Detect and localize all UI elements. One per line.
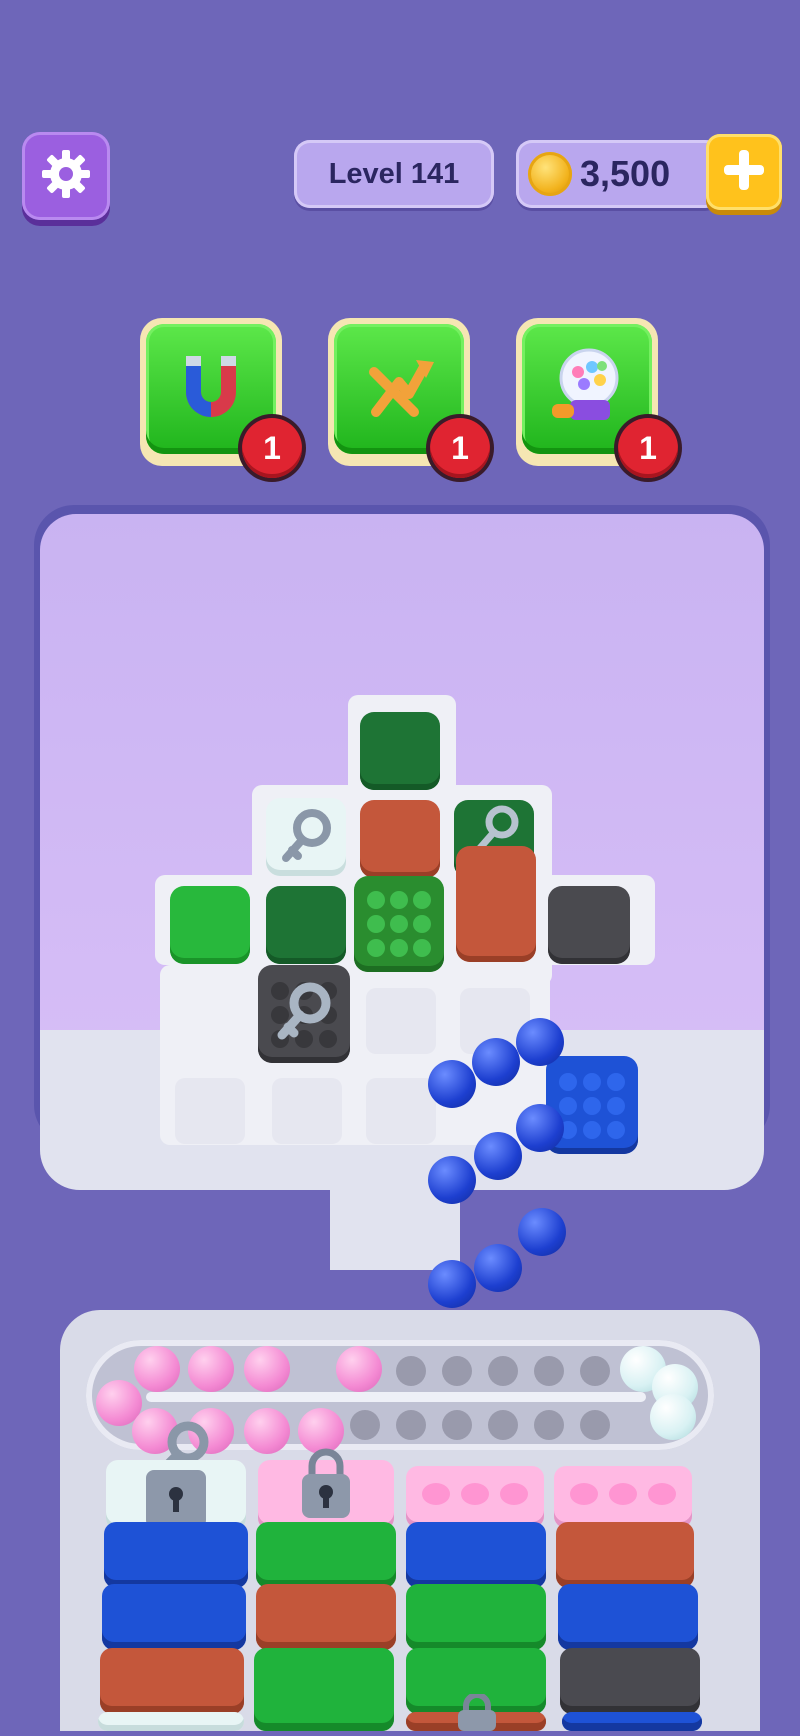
blue-ball <box>516 1018 564 1066</box>
level-indicator: Level 141 <box>294 140 494 208</box>
conveyor-slot <box>534 1356 564 1386</box>
column-4-block-blue[interactable] <box>558 1584 698 1650</box>
padlock-icon <box>452 1692 502 1731</box>
booster-magnet[interactable]: 1 <box>140 318 302 478</box>
tile-light-green[interactable] <box>170 886 250 964</box>
column-4-top[interactable] <box>554 1466 692 1528</box>
conveyor-slot <box>442 1356 472 1386</box>
booster-count-badge: 1 <box>618 418 678 478</box>
tile-gray[interactable] <box>548 886 630 964</box>
column-2-block-green[interactable] <box>254 1648 394 1731</box>
plus-icon <box>720 146 768 199</box>
coin-amount: 3,500 <box>580 153 671 194</box>
conveyor-slot <box>488 1410 518 1440</box>
blue-ball <box>474 1132 522 1180</box>
coin-icon <box>528 152 572 196</box>
column-1-block-brown[interactable] <box>100 1648 244 1714</box>
column-1-block-blue[interactable] <box>102 1584 246 1650</box>
tile-brown-stack[interactable] <box>456 846 536 962</box>
level-label: Level 141 <box>328 157 460 190</box>
blue-ball <box>428 1260 476 1308</box>
gear-icon <box>38 146 94 207</box>
empty-slot <box>366 988 436 1054</box>
column-3-block-blue[interactable] <box>406 1522 546 1588</box>
key-icon <box>266 809 346 880</box>
white-ball <box>650 1394 696 1440</box>
column-1-block-white[interactable] <box>98 1712 244 1731</box>
tile-gray-key[interactable] <box>258 965 350 1063</box>
coin-counter: 3,500 <box>516 140 721 208</box>
conveyor-slot <box>396 1410 426 1440</box>
column-1-block-blue[interactable] <box>104 1522 248 1588</box>
conveyor-slot <box>396 1356 426 1386</box>
pink-ball <box>134 1346 180 1392</box>
empty-slot <box>272 1078 342 1144</box>
pink-ball <box>188 1346 234 1392</box>
pink-ball <box>244 1346 290 1392</box>
tile-key[interactable] <box>266 798 346 876</box>
padlock-icon <box>146 1470 206 1528</box>
tile-dark-green[interactable] <box>360 712 440 790</box>
booster-count-badge: 1 <box>242 418 302 478</box>
blue-ball <box>518 1208 566 1256</box>
empty-slot <box>366 1078 436 1144</box>
key-icon <box>258 965 350 1068</box>
blue-ball <box>474 1244 522 1292</box>
column-2-block-brown[interactable] <box>256 1584 396 1650</box>
column-3-block-green[interactable] <box>406 1584 546 1650</box>
blue-ball <box>428 1156 476 1204</box>
column-4-block-gray[interactable] <box>560 1648 700 1714</box>
column-3-top[interactable] <box>406 1466 544 1528</box>
tile-brown[interactable] <box>360 800 440 878</box>
conveyor-slot <box>534 1410 564 1440</box>
booster-gumball[interactable]: 1 <box>516 318 678 478</box>
empty-slot <box>175 1078 245 1144</box>
shuffle-arrows-icon <box>354 342 444 437</box>
add-coins-button[interactable] <box>706 134 782 210</box>
pink-ball <box>244 1408 290 1454</box>
blue-ball <box>428 1060 476 1108</box>
blue-ball <box>472 1038 520 1086</box>
tile-dark-green[interactable] <box>266 886 346 964</box>
conveyor-slot <box>350 1410 380 1440</box>
settings-button[interactable] <box>22 132 110 220</box>
column-2-block-green[interactable] <box>256 1522 396 1588</box>
column-4-block-brown[interactable] <box>556 1522 694 1588</box>
conveyor-slot <box>488 1356 518 1386</box>
pink-ball <box>336 1346 382 1392</box>
gumball-machine-icon <box>542 342 632 437</box>
conveyor-slot <box>442 1410 472 1440</box>
conveyor-divider <box>146 1392 646 1402</box>
padlock-icon <box>296 1446 356 1522</box>
conveyor-slot <box>580 1356 610 1386</box>
blue-ball <box>516 1104 564 1152</box>
column-4-block-blue[interactable] <box>562 1712 702 1731</box>
magnet-icon <box>166 342 256 437</box>
tile-green-pegs[interactable] <box>354 876 444 972</box>
booster-count-badge: 1 <box>430 418 490 478</box>
booster-shuffle[interactable]: 1 <box>328 318 490 478</box>
conveyor-slot <box>580 1410 610 1440</box>
